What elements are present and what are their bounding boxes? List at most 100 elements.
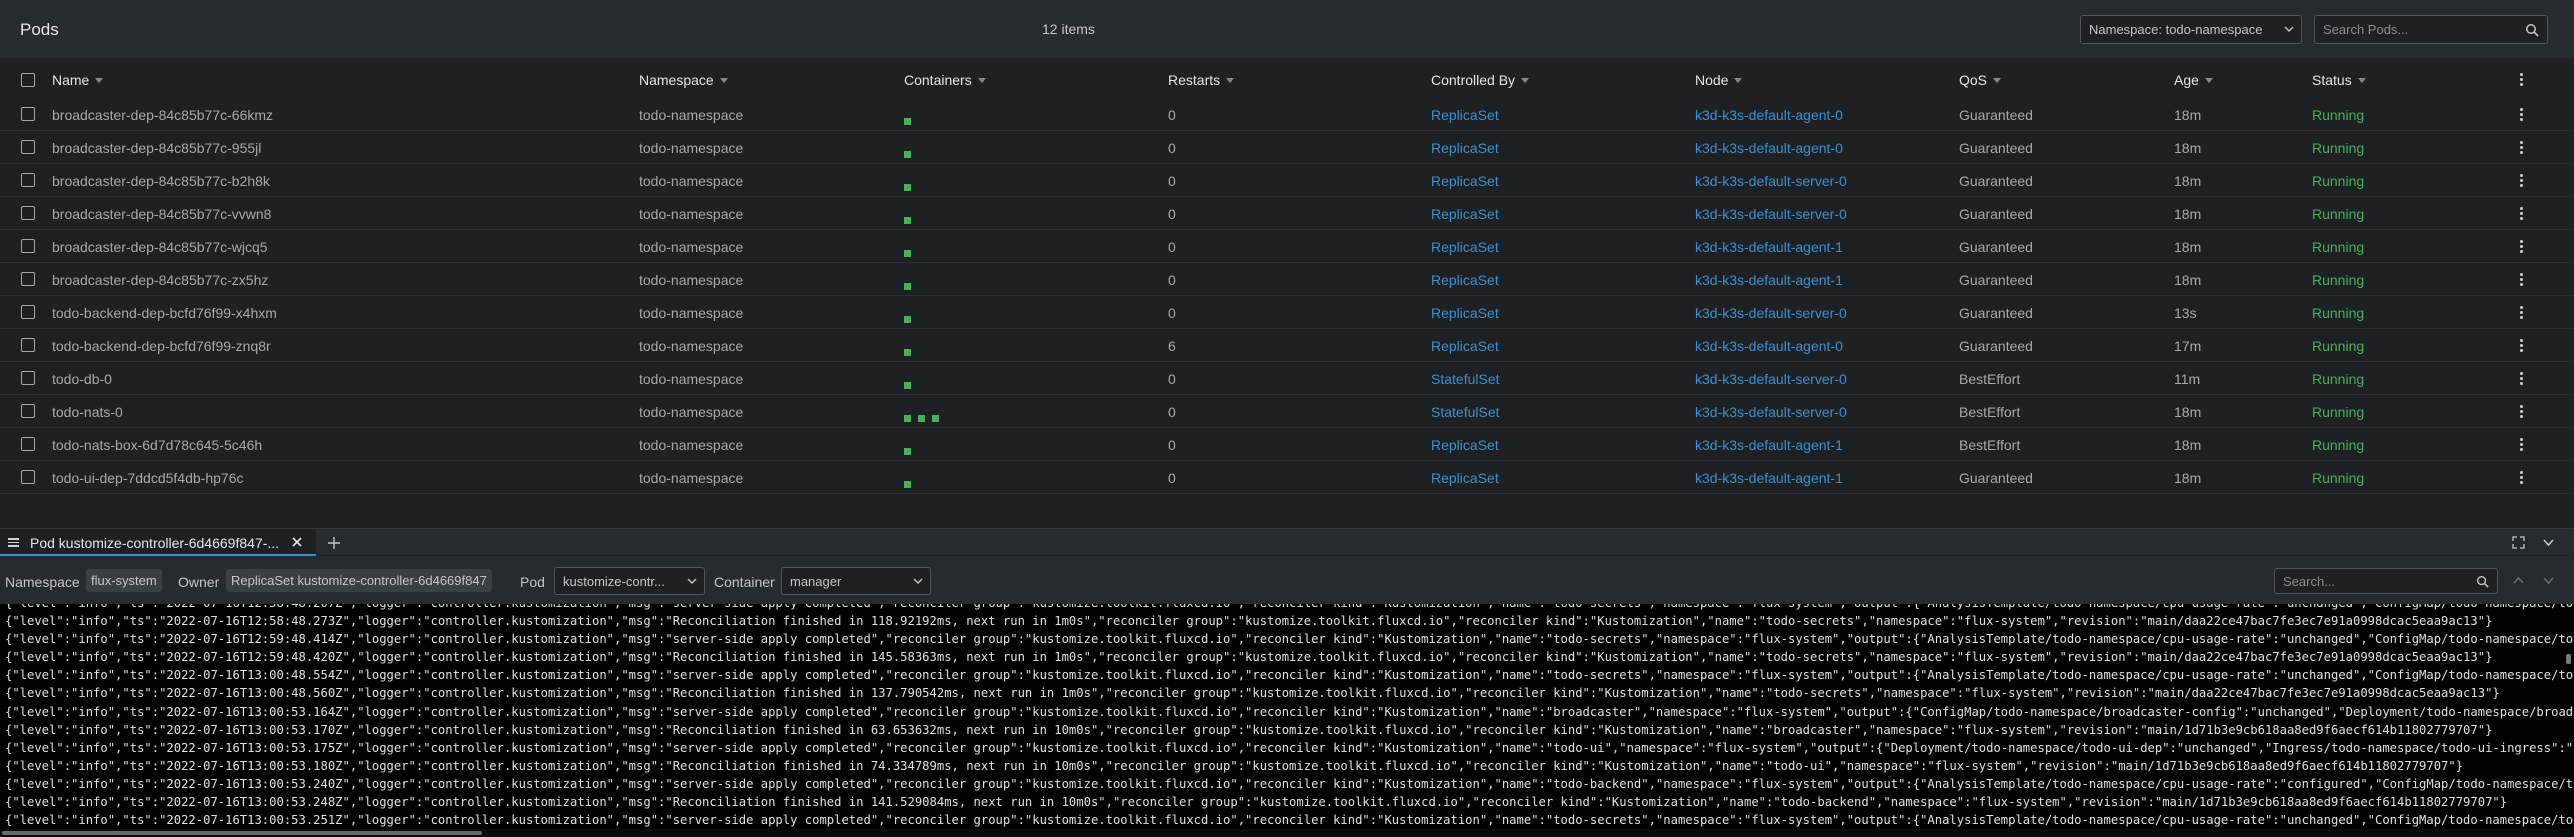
- column-header-status[interactable]: Status: [2312, 72, 2366, 88]
- column-header-namespace[interactable]: Namespace: [639, 72, 728, 88]
- chevron-down-icon[interactable]: [2542, 574, 2555, 587]
- table-row[interactable]: broadcaster-dep-84c85b77c-wjcq5 todo-name…: [0, 230, 2574, 263]
- row-menu-icon[interactable]: [2520, 141, 2524, 156]
- row-menu-icon[interactable]: [2520, 339, 2524, 354]
- row-checkbox[interactable]: [21, 371, 35, 385]
- pod-controlled-by-link[interactable]: ReplicaSet: [1431, 305, 1499, 321]
- row-checkbox[interactable]: [21, 305, 35, 319]
- pod-node-link[interactable]: k3d-k3s-default-agent-0: [1695, 140, 1843, 156]
- table-row[interactable]: todo-nats-0 todo-namespace 0 StatefulSet k3d…: [0, 395, 2574, 428]
- pod-controlled-by-link[interactable]: ReplicaSet: [1431, 338, 1499, 354]
- pod-controlled-by-link[interactable]: StatefulSet: [1431, 404, 1500, 420]
- row-menu-icon[interactable]: [2520, 207, 2524, 222]
- pod-controlled-by-link[interactable]: ReplicaSet: [1431, 239, 1499, 255]
- table-row[interactable]: broadcaster-dep-84c85b77c-955jl todo-name…: [0, 131, 2574, 164]
- pod-node-link[interactable]: k3d-k3s-default-server-0: [1695, 404, 1847, 420]
- pod-node-link[interactable]: k3d-k3s-default-server-0: [1695, 371, 1847, 387]
- row-menu-icon[interactable]: [2520, 273, 2524, 288]
- chevron-down-icon[interactable]: [2542, 536, 2555, 549]
- log-line: {"level":"info","ts":"2022-07-16T13:00:5…: [5, 776, 2574, 791]
- pod-controlled-by-link[interactable]: ReplicaSet: [1431, 107, 1499, 123]
- pod-node-link[interactable]: k3d-k3s-default-server-0: [1695, 173, 1847, 189]
- plus-icon[interactable]: [326, 535, 342, 551]
- select-all-checkbox[interactable]: [21, 73, 35, 87]
- status-badge: Running: [2312, 173, 2365, 189]
- row-checkbox[interactable]: [21, 272, 35, 286]
- table-row[interactable]: todo-ui-dep-7ddcd5f4db-hp76c todo-namespa…: [0, 461, 2574, 494]
- log-output[interactable]: {"level":"info","ts":"2022-07-16T12:58:4…: [0, 604, 2574, 829]
- column-menu-icon[interactable]: [2520, 73, 2524, 88]
- row-checkbox[interactable]: [21, 206, 35, 220]
- column-header-controlled-by[interactable]: Controlled By: [1431, 72, 1530, 88]
- column-header-restarts[interactable]: Restarts: [1168, 72, 1235, 88]
- pod-name: todo-db-0: [52, 371, 112, 387]
- pod-qos: Guaranteed: [1959, 272, 2033, 288]
- status-badge: Running: [2312, 371, 2365, 387]
- row-checkbox[interactable]: [21, 173, 35, 187]
- pod-node-link[interactable]: k3d-k3s-default-server-0: [1695, 305, 1847, 321]
- table-row[interactable]: todo-db-0 todo-namespace 0 StatefulSet k3d-k…: [0, 362, 2574, 395]
- table-row[interactable]: todo-nats-box-6d7d78c645-5c46h todo-names…: [0, 428, 2574, 461]
- row-checkbox[interactable]: [21, 404, 35, 418]
- row-checkbox[interactable]: [21, 140, 35, 154]
- pod-name: broadcaster-dep-84c85b77c-vvwn8: [52, 206, 272, 222]
- row-checkbox[interactable]: [21, 437, 35, 451]
- row-menu-icon[interactable]: [2520, 306, 2524, 321]
- column-header-qos[interactable]: QoS: [1959, 72, 2002, 88]
- pod-name: broadcaster-dep-84c85b77c-66kmz: [52, 107, 274, 123]
- row-checkbox[interactable]: [21, 239, 35, 253]
- log-horizontal-scrollbar[interactable]: [0, 829, 2574, 837]
- pod-controlled-by-link[interactable]: ReplicaSet: [1431, 272, 1499, 288]
- table-row[interactable]: broadcaster-dep-84c85b77c-vvwn8 todo-name…: [0, 197, 2574, 230]
- table-row[interactable]: todo-backend-dep-bcfd76f99-znq8r todo-nam…: [0, 329, 2574, 362]
- row-checkbox[interactable]: [21, 338, 35, 352]
- row-menu-icon[interactable]: [2520, 240, 2524, 255]
- row-checkbox[interactable]: [21, 107, 35, 121]
- column-header-name[interactable]: Name: [52, 72, 104, 88]
- pod-age: 11m: [2174, 371, 2201, 387]
- dock-tab-pod-logs[interactable]: Pod kustomize-controller-6d4669f847-...: [0, 529, 316, 556]
- row-menu-icon[interactable]: [2520, 108, 2524, 123]
- column-header-age[interactable]: Age: [2174, 72, 2213, 88]
- column-header-containers[interactable]: Containers: [904, 72, 986, 88]
- pod-controlled-by-link[interactable]: StatefulSet: [1431, 371, 1500, 387]
- table-row[interactable]: todo-backend-dep-bcfd76f99-x4hxm todo-nam…: [0, 296, 2574, 329]
- row-menu-icon[interactable]: [2520, 174, 2524, 189]
- pod-containers: [904, 277, 918, 293]
- maximize-icon[interactable]: [2512, 536, 2525, 549]
- pod-containers: [904, 211, 918, 227]
- pod-select[interactable]: kustomize-contr...: [554, 567, 705, 595]
- pod-node-link[interactable]: k3d-k3s-default-agent-1: [1695, 272, 1843, 288]
- pod-name: todo-nats-0: [52, 404, 123, 420]
- pod-search-input[interactable]: Search Pods...: [2314, 15, 2548, 44]
- column-header-node[interactable]: Node: [1695, 72, 1743, 88]
- pod-node-link[interactable]: k3d-k3s-default-agent-0: [1695, 338, 1843, 354]
- log-controls: Namespace flux-system Owner ReplicaSet k…: [0, 556, 2574, 604]
- log-search-input[interactable]: Search...: [2274, 568, 2498, 594]
- row-menu-icon[interactable]: [2520, 438, 2524, 453]
- row-menu-icon[interactable]: [2520, 405, 2524, 420]
- table-row[interactable]: broadcaster-dep-84c85b77c-66kmz todo-name…: [0, 98, 2574, 131]
- pod-node-link[interactable]: k3d-k3s-default-agent-0: [1695, 107, 1843, 123]
- pod-node-link[interactable]: k3d-k3s-default-agent-1: [1695, 239, 1843, 255]
- namespace-select[interactable]: Namespace: todo-namespace: [2080, 15, 2302, 44]
- container-select[interactable]: manager: [781, 567, 931, 595]
- pod-controlled-by-link[interactable]: ReplicaSet: [1431, 470, 1499, 486]
- row-menu-icon[interactable]: [2520, 372, 2524, 387]
- close-icon[interactable]: [290, 535, 304, 549]
- pod-controlled-by-link[interactable]: ReplicaSet: [1431, 173, 1499, 189]
- table-row[interactable]: broadcaster-dep-84c85b77c-b2h8k todo-name…: [0, 164, 2574, 197]
- log-horizontal-scroll-thumb[interactable]: [2, 831, 482, 835]
- pod-controlled-by-link[interactable]: ReplicaSet: [1431, 437, 1499, 453]
- row-checkbox[interactable]: [21, 470, 35, 484]
- table-row[interactable]: broadcaster-dep-84c85b77c-zx5hz todo-name…: [0, 263, 2574, 296]
- chevron-up-icon[interactable]: [2512, 574, 2525, 587]
- log-vertical-scrollbar[interactable]: [2566, 654, 2571, 664]
- row-menu-icon[interactable]: [2520, 471, 2524, 486]
- pod-restarts: 0: [1168, 140, 1176, 156]
- pod-node-link[interactable]: k3d-k3s-default-agent-1: [1695, 470, 1843, 486]
- pod-node-link[interactable]: k3d-k3s-default-server-0: [1695, 206, 1847, 222]
- pod-controlled-by-link[interactable]: ReplicaSet: [1431, 140, 1499, 156]
- pod-node-link[interactable]: k3d-k3s-default-agent-1: [1695, 437, 1843, 453]
- pod-controlled-by-link[interactable]: ReplicaSet: [1431, 206, 1499, 222]
